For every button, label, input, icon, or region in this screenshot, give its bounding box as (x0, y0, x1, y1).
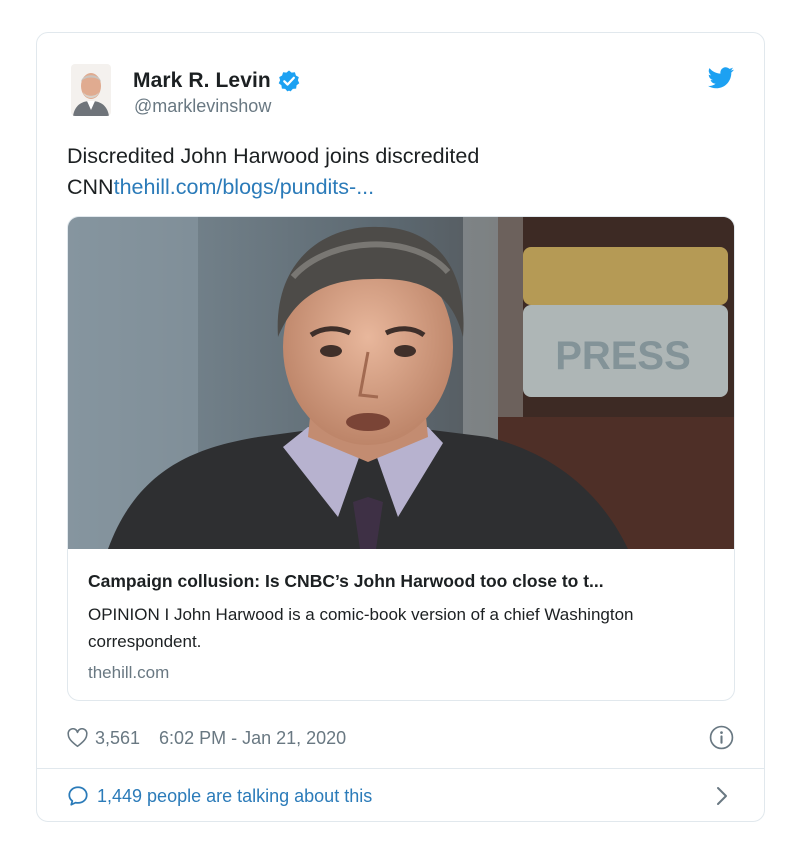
divider (37, 768, 764, 769)
conversation-link[interactable]: 1,449 people are talking about this (67, 782, 372, 810)
speech-bubble-icon (68, 786, 88, 806)
author-name-row[interactable]: Mark R. Levin (133, 69, 301, 93)
avatar[interactable] (71, 64, 111, 116)
display-name[interactable]: Mark R. Levin (133, 69, 271, 93)
link-card-description: OPINION I John Harwood is a comic-book v… (88, 605, 634, 651)
link-preview-image[interactable]: PRESS (68, 217, 735, 549)
conversation-count-text[interactable]: 1,449 people are talking about this (97, 786, 372, 807)
twitter-bird-icon[interactable] (708, 66, 734, 90)
tweet-link[interactable]: thehill.com/blogs/pundits-... (114, 175, 375, 199)
heart-icon (67, 728, 88, 748)
backdrop-sign-text: PRESS (555, 334, 691, 378)
link-preview-card[interactable]: PRESS Campaign collusion: Is CNBC’s John… (67, 216, 735, 701)
tweet-embed-card[interactable]: Mark R. Levin @marklevinshow Discredited… (36, 32, 765, 822)
verified-badge-icon (277, 69, 301, 93)
chevron-right-icon[interactable] (715, 785, 729, 807)
link-card-domain: thehill.com (88, 663, 170, 682)
link-card-title[interactable]: Campaign collusion: Is CNBC’s John Harwo… (88, 571, 718, 592)
like-count[interactable]: 3,561 (95, 728, 140, 749)
like-button[interactable]: 3,561 (67, 728, 159, 749)
author-handle[interactable]: @marklevinshow (134, 96, 271, 117)
info-icon[interactable] (709, 725, 734, 750)
tweet-meta-row: 3,561 6:02 PM - Jan 21, 2020 (67, 723, 346, 753)
tweet-text: Discredited John Harwood joins discredit… (67, 141, 627, 203)
tweet-timestamp[interactable]: 6:02 PM - Jan 21, 2020 (159, 728, 346, 749)
